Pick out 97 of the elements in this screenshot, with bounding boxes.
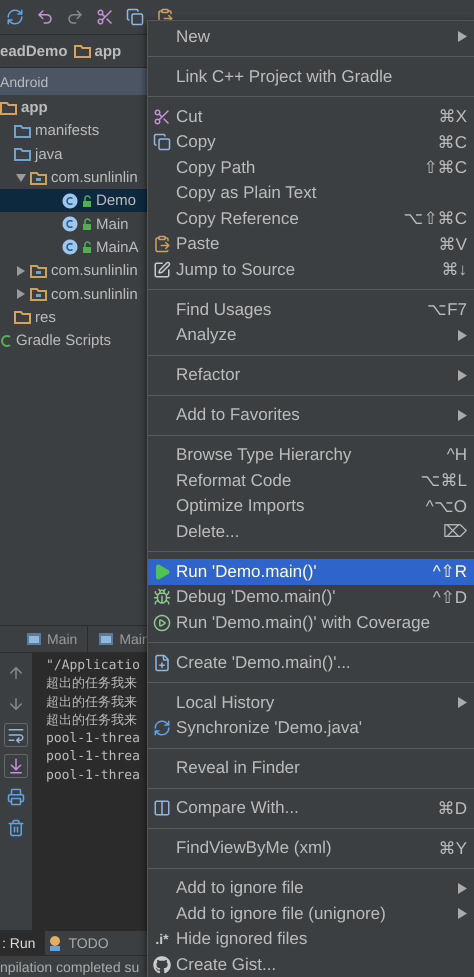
tree-item[interactable]: java — [0, 142, 148, 166]
scissors-icon[interactable] — [96, 8, 114, 26]
coverage-icon — [153, 614, 171, 632]
tree-item[interactable]: res — [0, 306, 148, 329]
menu-item[interactable]: Run 'Demo.main()' ^⇧R — [148, 559, 474, 584]
tree-item[interactable]: com.sunlinlin — [0, 166, 148, 190]
tree-item[interactable]: app — [0, 96, 148, 120]
compare-icon — [153, 799, 171, 818]
class-icon — [62, 239, 78, 256]
console-line: "/Applicatio — [46, 657, 140, 675]
console-line: pool-1-threa — [46, 748, 140, 766]
arrow-down-icon[interactable] — [7, 695, 25, 713]
menu-item[interactable]: Add to ignore file (unignore) — [148, 901, 474, 926]
printer-icon[interactable] — [7, 788, 25, 806]
menu-item[interactable]: Reformat Code ⌥⌘L — [148, 468, 474, 494]
tree-item[interactable]: Gradle Scripts — [0, 328, 148, 352]
unlock-icon — [82, 218, 92, 230]
module-folder-icon — [0, 100, 17, 115]
scissors-icon — [153, 108, 171, 126]
menu-item[interactable]: Add to ignore file — [148, 876, 474, 901]
menu-item[interactable]: FindViewByMe (xml) ⌘Y — [148, 836, 474, 861]
menu-item[interactable]: Delete... ⌦ — [148, 519, 474, 544]
bug-icon — [153, 588, 171, 606]
menu-item[interactable]: Jump to Source ⌘↓ — [148, 257, 474, 282]
package-icon — [30, 264, 47, 278]
edit-icon — [153, 260, 171, 279]
undo-icon[interactable] — [36, 8, 54, 26]
menu-item[interactable]: Create 'Demo.main()'... — [148, 650, 474, 676]
menu-item[interactable]: Copy Path ⇧⌘C — [148, 155, 474, 180]
menu-item[interactable]: Analyze — [148, 322, 474, 348]
menu-item[interactable]: Paste ⌘V — [148, 232, 474, 257]
arrow-down-line-icon — [7, 757, 25, 775]
tool-window-tab[interactable]: TODO — [45, 931, 119, 955]
menu-item[interactable]: Copy ⌘C — [148, 130, 474, 155]
resource-folder-icon — [14, 310, 31, 324]
class-icon — [62, 216, 78, 232]
wrap-button[interactable] — [4, 723, 28, 747]
tool-window-tab[interactable]: : Run — [0, 931, 46, 955]
tree-item[interactable]: com.sunlinlin — [0, 259, 148, 282]
console-line: pool-1-threa — [46, 730, 140, 748]
console-line: 超出的任务我来 — [46, 694, 137, 712]
menu-item[interactable]: Copy as Plain Text — [148, 180, 474, 206]
collapsed-arrow-icon[interactable] — [16, 266, 26, 276]
wrap-icon — [7, 726, 25, 744]
copy-icon — [153, 133, 171, 152]
tree-item[interactable]: manifests — [0, 119, 148, 143]
menu-item[interactable]: Debug 'Demo.main()' ^⇧D — [148, 584, 474, 610]
configuration-tab[interactable]: Main — [16, 626, 88, 652]
menu-item[interactable]: Create Gist... — [148, 952, 474, 977]
package-icon — [30, 287, 47, 302]
console-line: pool-1-threa — [46, 766, 140, 785]
gradle-icon — [0, 334, 12, 348]
sync-icon — [153, 719, 171, 738]
menu-item[interactable]: Link C++ Project with Gradle — [148, 64, 474, 90]
menu-item[interactable]: Compare With... ⌘D — [148, 796, 474, 821]
window-icon — [98, 632, 114, 646]
breadcrumb-item[interactable]: app — [74, 42, 122, 60]
menu-item[interactable]: Synchronize 'Demo.java' — [148, 716, 474, 741]
menu-item[interactable]: Copy Reference ⌥⇧⌘C — [148, 206, 474, 232]
folder-icon — [14, 147, 31, 162]
tree-item[interactable]: Main — [0, 212, 148, 236]
sync-icon[interactable] — [6, 8, 24, 26]
menu-item[interactable]: Browse Type Hierarchy ^H — [148, 442, 474, 468]
menu-item[interactable]: Local History — [148, 690, 474, 716]
folder-icon — [74, 44, 91, 58]
folder-icon — [14, 124, 31, 138]
trash-icon[interactable] — [7, 819, 25, 837]
menu-item[interactable]: Reveal in Finder — [148, 756, 474, 781]
menu-item[interactable]: Refactor — [148, 362, 474, 388]
console-line: 超出的任务我来 — [46, 712, 137, 730]
menu-item[interactable]: .i* Hide ignored files — [148, 926, 474, 952]
github-icon — [153, 956, 171, 974]
menu-item[interactable]: Cut ⌘X — [148, 104, 474, 130]
tree-item[interactable]: Demo — [0, 189, 148, 212]
unlock-icon — [82, 241, 92, 254]
clipboard-icon — [153, 235, 171, 254]
breadcrumb-item[interactable]: eadDemo — [0, 42, 68, 60]
project-view-header[interactable]: Android — [0, 68, 148, 95]
package-icon — [30, 170, 47, 185]
tree-item[interactable]: MainA — [0, 236, 148, 260]
tree-item[interactable]: com.sunlinlin — [0, 282, 148, 306]
window-icon — [26, 632, 42, 646]
ignored-files-icon: .i* — [155, 931, 169, 948]
console-line: 超出的任务我来 — [46, 675, 137, 694]
redo-icon[interactable] — [66, 8, 84, 26]
file-plus-icon — [153, 654, 171, 672]
unlock-icon — [82, 194, 92, 207]
menu-item[interactable]: New — [148, 24, 474, 50]
menu-item[interactable]: Find Usages ⌥F7 — [148, 297, 474, 322]
play-icon — [153, 562, 171, 581]
collapsed-arrow-icon[interactable] — [16, 289, 26, 300]
expanded-arrow-icon[interactable] — [16, 172, 26, 183]
copy-icon[interactable] — [126, 8, 144, 26]
menu-item[interactable]: Add to Favorites — [148, 402, 474, 428]
class-icon — [62, 192, 78, 209]
menu-item[interactable]: Optimize Imports ^⌥O — [148, 494, 474, 519]
scroll-end-button[interactable] — [4, 754, 28, 778]
